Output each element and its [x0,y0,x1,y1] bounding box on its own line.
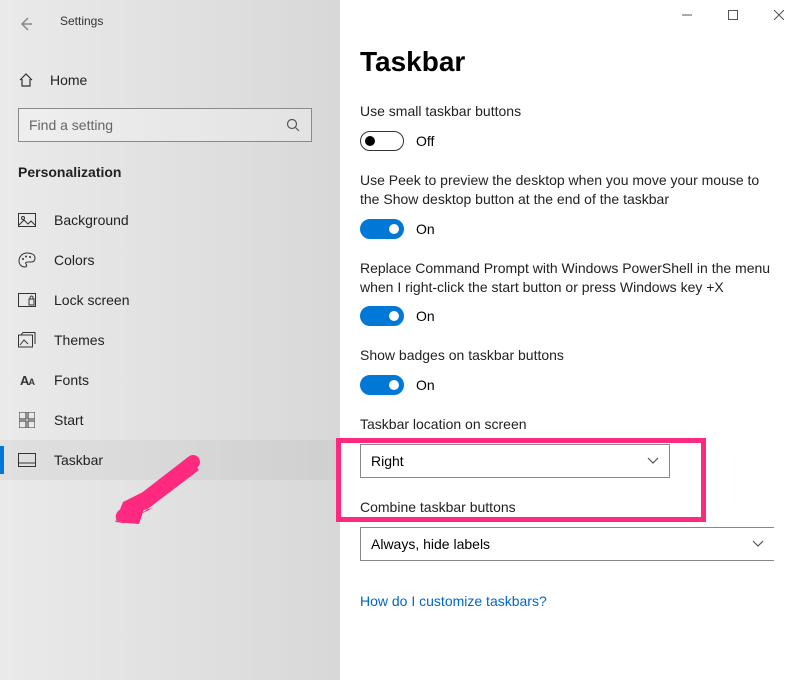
sidebar-item-label: Background [54,212,129,228]
chevron-down-icon [647,457,659,465]
setting-powershell: Replace Command Prompt with Windows Powe… [360,259,774,327]
sidebar-item-colors[interactable]: Colors [0,240,340,280]
setting-peek: Use Peek to preview the desktop when you… [360,171,774,239]
app-title: Settings [60,14,103,28]
nav-home-label: Home [50,72,87,88]
sidebar-item-label: Themes [54,332,105,348]
dropdown-combine[interactable]: Always, hide labels [360,527,774,561]
maximize-button[interactable] [710,0,756,30]
setting-label: Use small taskbar buttons [360,102,774,121]
minimize-button[interactable] [664,0,710,30]
setting-label: Show badges on taskbar buttons [360,346,774,365]
setting-label: Combine taskbar buttons [360,498,774,517]
help-link[interactable]: How do I customize taskbars? [360,593,547,609]
start-icon [18,412,36,428]
setting-badges: Show badges on taskbar buttons On [360,346,774,395]
sidebar-item-fonts[interactable]: AA Fonts [0,360,340,400]
setting-combine: Combine taskbar buttons Always, hide lab… [360,498,774,561]
toggle-peek[interactable] [360,219,404,239]
chevron-down-icon [752,540,764,548]
palette-icon [18,252,36,268]
setting-label: Use Peek to preview the desktop when you… [360,171,774,209]
lock-screen-icon [18,292,36,308]
toggle-state-text: Off [416,133,434,149]
sidebar-item-label: Colors [54,252,94,268]
sidebar-item-label: Start [54,412,84,428]
main-panel: Taskbar Use small taskbar buttons Off Us… [340,0,802,680]
picture-icon [18,212,36,228]
themes-icon [18,332,36,348]
setting-small-buttons: Use small taskbar buttons Off [360,102,774,151]
nav-home[interactable]: Home [0,62,340,98]
setting-label: Replace Command Prompt with Windows Powe… [360,259,774,297]
dropdown-value: Right [371,453,404,469]
toggle-small-buttons[interactable] [360,131,404,151]
setting-taskbar-location: Taskbar location on screen Right [360,415,774,478]
toggle-state-text: On [416,221,435,237]
page-title: Taskbar [360,46,774,78]
toggle-powershell[interactable] [360,306,404,326]
titlebar-controls [664,0,802,30]
dropdown-taskbar-location[interactable]: Right [360,444,670,478]
sidebar-item-themes[interactable]: Themes [0,320,340,360]
sidebar-item-label: Taskbar [54,452,103,468]
sidebar-item-background[interactable]: Background [0,200,340,240]
taskbar-icon [18,452,36,468]
toggle-state-text: On [416,377,435,393]
setting-label: Taskbar location on screen [360,415,774,434]
nav-list: Background Colors Lock screen Themes AA … [0,200,340,480]
search-icon [285,117,301,133]
category-header: Personalization [0,142,340,190]
toggle-state-text: On [416,308,435,324]
search-field[interactable] [29,117,285,133]
sidebar-item-label: Fonts [54,372,89,388]
close-button[interactable] [756,0,802,30]
home-icon [18,72,34,88]
sidebar: Settings Home Personalization Background… [0,0,340,680]
fonts-icon: AA [18,372,36,388]
sidebar-item-label: Lock screen [54,292,129,308]
sidebar-item-lock-screen[interactable]: Lock screen [0,280,340,320]
dropdown-value: Always, hide labels [371,536,490,552]
back-button[interactable] [4,8,48,40]
toggle-badges[interactable] [360,375,404,395]
search-input[interactable] [18,108,312,142]
sidebar-item-taskbar[interactable]: Taskbar [0,440,340,480]
sidebar-item-start[interactable]: Start [0,400,340,440]
